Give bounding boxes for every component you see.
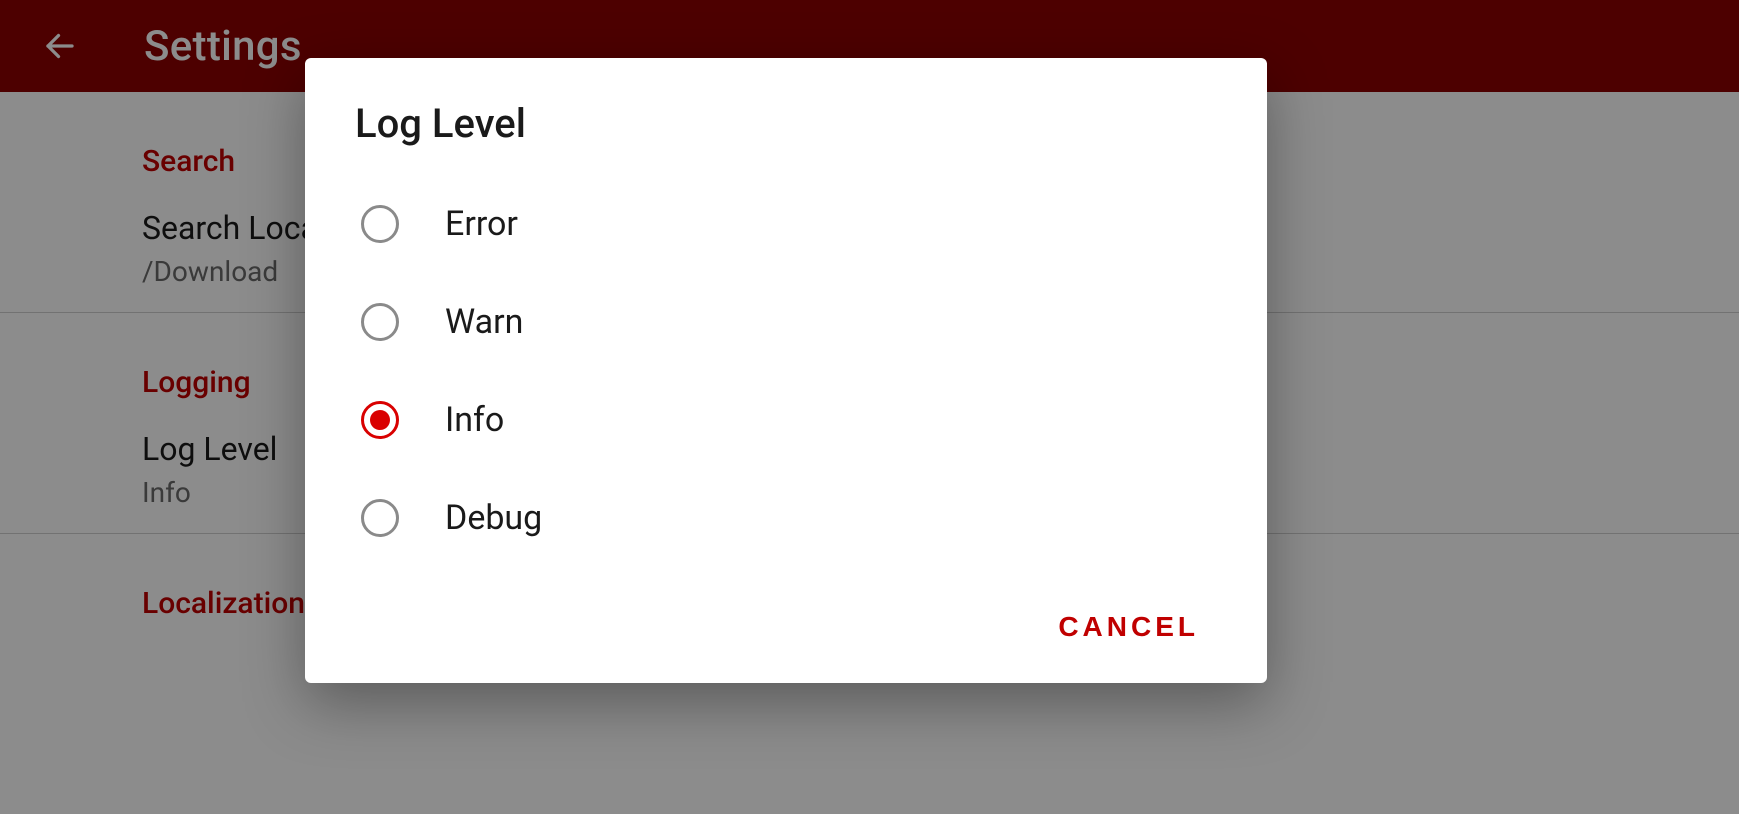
radio-option-info[interactable]: Info (355, 371, 1221, 469)
dialog-title: Log Level (355, 100, 1221, 147)
radio-option-debug[interactable]: Debug (355, 469, 1221, 567)
radio-icon (361, 303, 399, 341)
radio-label: Error (445, 204, 518, 244)
cancel-button[interactable]: CANCEL (1036, 601, 1221, 653)
radio-label: Info (445, 400, 504, 440)
radio-option-warn[interactable]: Warn (355, 273, 1221, 371)
log-level-dialog: Log Level Error Warn Info Debug CANCEL (305, 58, 1267, 683)
radio-option-error[interactable]: Error (355, 175, 1221, 273)
radio-label: Warn (445, 302, 523, 342)
dialog-actions: CANCEL (355, 567, 1221, 653)
radio-icon (361, 499, 399, 537)
radio-label: Debug (445, 498, 542, 538)
radio-icon (361, 401, 399, 439)
radio-icon (361, 205, 399, 243)
